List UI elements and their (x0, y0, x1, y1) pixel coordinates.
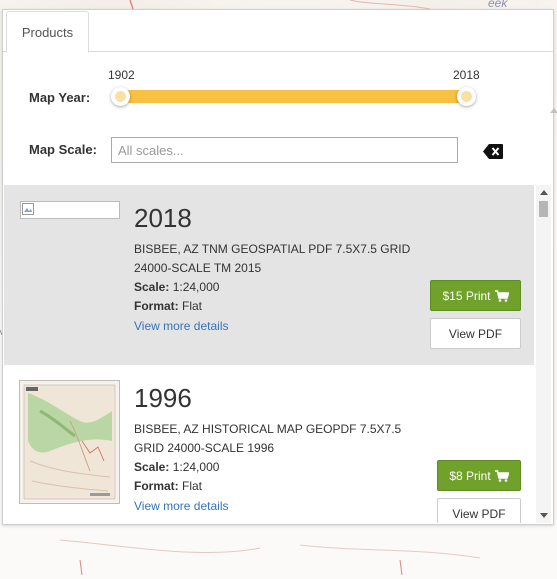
scale-label: Scale: (134, 280, 170, 294)
format-label: Format: (134, 299, 179, 313)
product-list[interactable]: 2018 BISBEE, AZ TNM GEOSPATIAL PDF 7.5X7… (4, 185, 534, 523)
tab-products[interactable]: Products (6, 11, 89, 53)
products-panel: Products 1902 2018 Map Year: Map Scale: … (2, 9, 557, 525)
scale-label: Scale: (134, 460, 170, 474)
print-button-label: $15 Print (442, 288, 491, 303)
map-year-label: Map Year: (29, 90, 91, 105)
year-slider-max-handle[interactable] (457, 87, 476, 106)
view-more-details-link[interactable]: View more details (134, 499, 229, 513)
product-list-scrollbar[interactable] (536, 185, 551, 523)
product-format: Format: Flat (134, 479, 202, 493)
topo-map-image (20, 381, 119, 503)
panel-scroll-up-arrow-icon[interactable] (550, 108, 557, 113)
product-scale: Scale: 1:24,000 (134, 280, 219, 294)
print-button[interactable]: $15 Print (430, 280, 521, 311)
product-scale: Scale: 1:24,000 (134, 460, 219, 474)
cart-icon (494, 289, 509, 302)
tab-bar: Products (3, 10, 553, 53)
broken-image-glyph (22, 203, 34, 215)
product-title: BISBEE, AZ HISTORICAL MAP GEOPDF 7.5X7.5… (134, 422, 402, 455)
print-button[interactable]: $8 Print (437, 460, 521, 491)
product-item[interactable]: 2018 BISBEE, AZ TNM GEOSPATIAL PDF 7.5X7… (4, 185, 534, 365)
map-scale-input[interactable] (111, 137, 458, 163)
scale-value: 1:24,000 (172, 460, 220, 474)
broken-image-icon (20, 201, 120, 219)
cart-icon (494, 469, 509, 482)
topo-map-thumbnail[interactable] (19, 380, 120, 504)
product-title: BISBEE, AZ TNM GEOSPATIAL PDF 7.5X7.5 GR… (134, 242, 411, 275)
format-value: Flat (182, 299, 203, 313)
format-label: Format: (134, 479, 179, 493)
print-button-label: $8 Print (449, 468, 491, 483)
year-range-slider[interactable] (121, 90, 467, 103)
map-scale-label: Map Scale: (29, 142, 97, 157)
scroll-down-arrow-icon[interactable] (540, 513, 548, 518)
scroll-up-arrow-icon[interactable] (540, 190, 548, 195)
view-pdf-button[interactable]: View PDF (430, 318, 521, 349)
view-more-details-link[interactable]: View more details (134, 319, 229, 333)
clear-scale-icon[interactable] (483, 144, 503, 159)
scale-value: 1:24,000 (172, 280, 220, 294)
year-range-max: 2018 (453, 68, 480, 82)
format-value: Flat (182, 479, 203, 493)
product-item[interactable]: 1996 BISBEE, AZ HISTORICAL MAP GEOPDF 7.… (4, 365, 534, 523)
scrollbar-thumb[interactable] (539, 201, 548, 217)
product-format: Format: Flat (134, 299, 202, 313)
view-pdf-button[interactable]: View PDF (437, 498, 521, 523)
year-slider-min-handle[interactable] (111, 87, 130, 106)
product-year: 2018 (134, 203, 192, 233)
product-year: 1996 (134, 383, 192, 413)
year-range-min: 1902 (108, 68, 135, 82)
